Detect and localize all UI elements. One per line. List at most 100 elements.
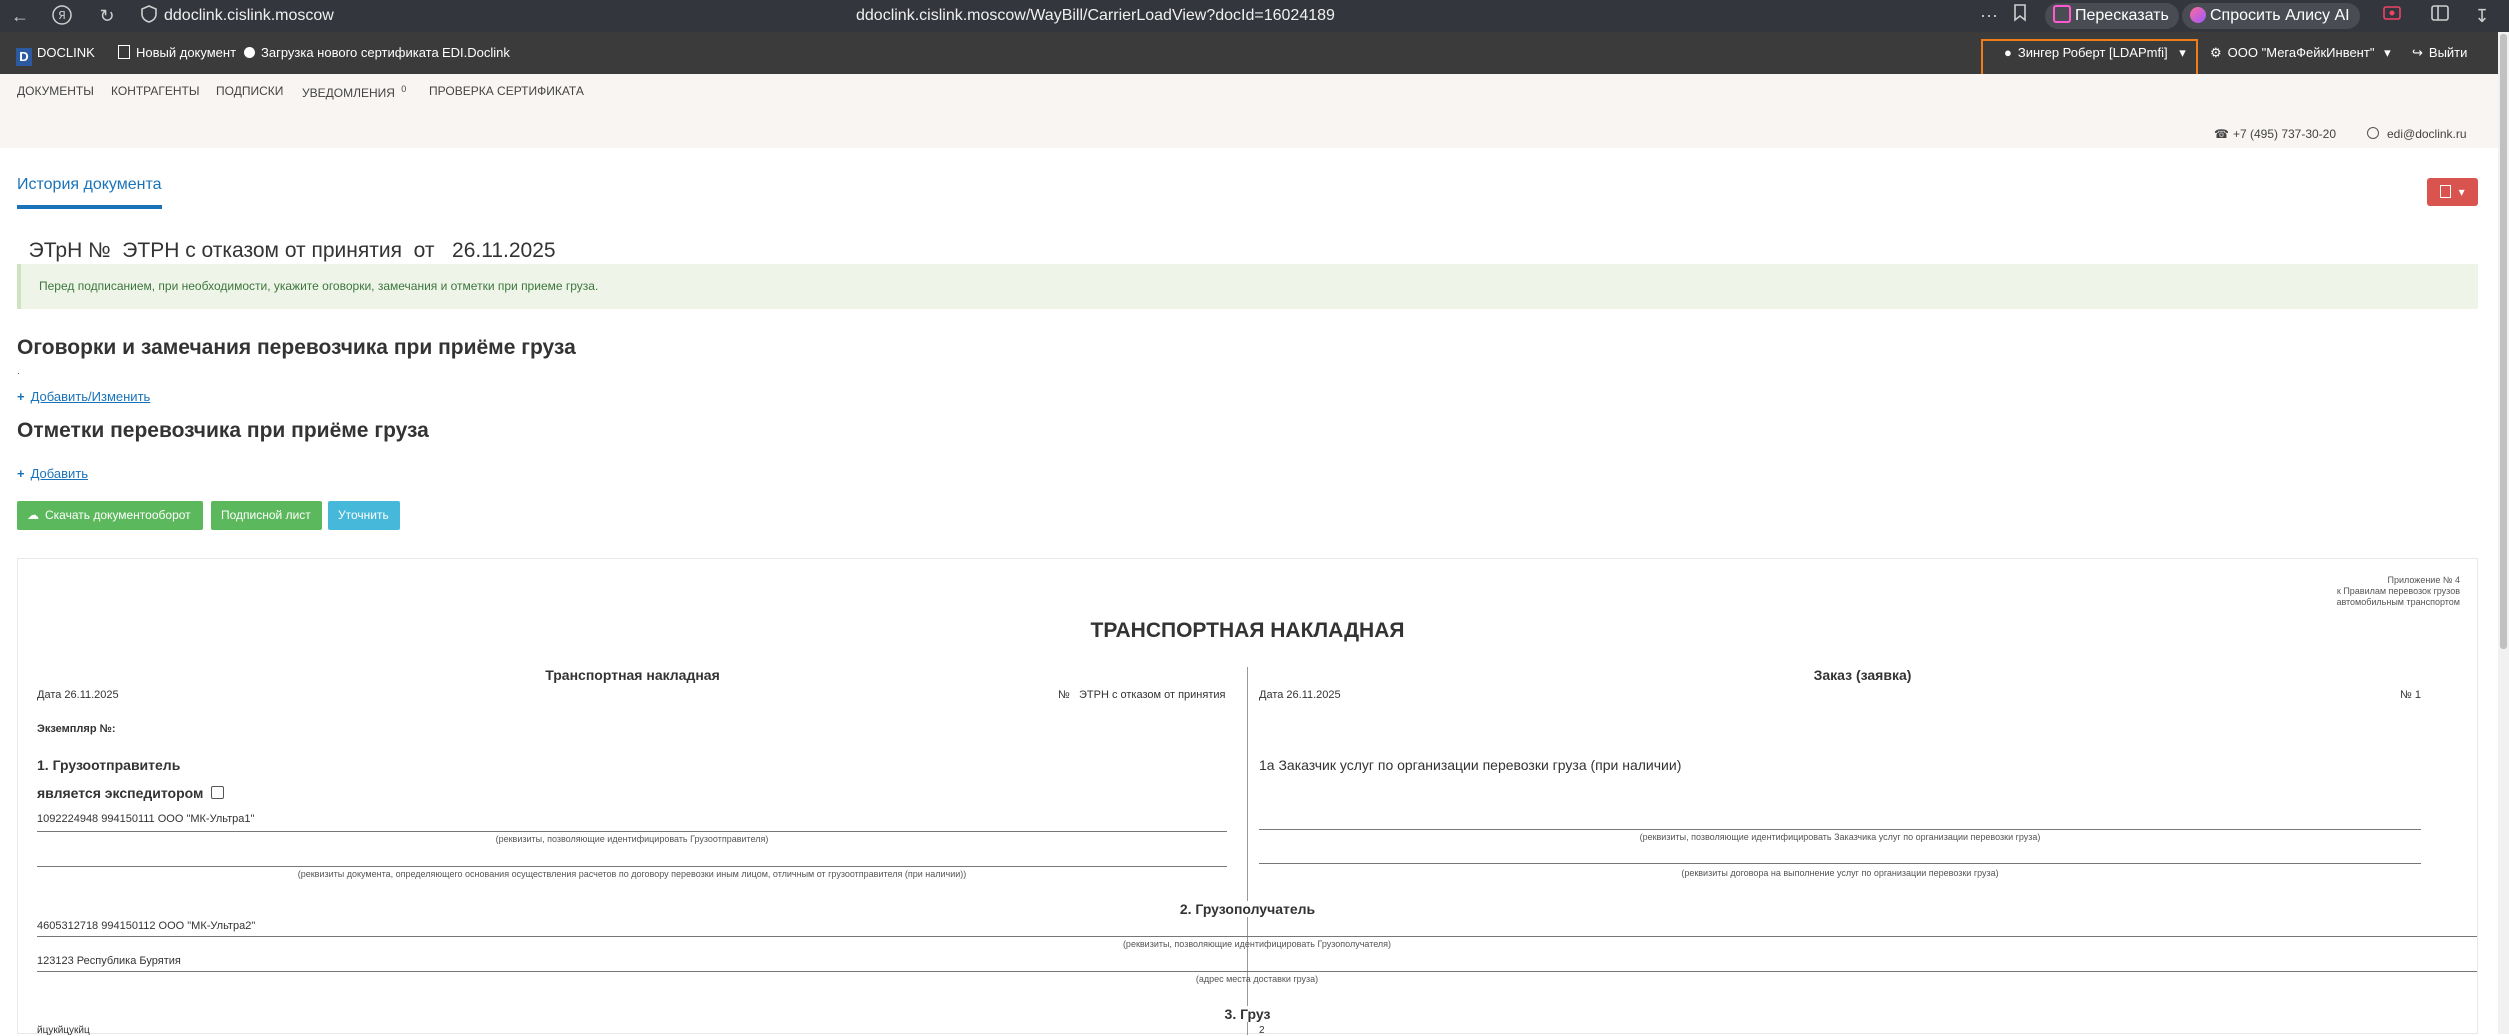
new-document-label: Новый документ [136, 45, 237, 60]
org-menu[interactable]: ⚙ ООО "МегаФейкИнвент" ▾ [2210, 32, 2391, 74]
forwarder-checkbox[interactable] [211, 786, 225, 799]
order-date: Дата 26.11.2025 [1259, 689, 1341, 701]
alice-button[interactable]: Спросить Алису AI [2182, 3, 2360, 29]
scrollbar-thumb[interactable] [2500, 34, 2507, 649]
upload-certificate-link[interactable]: Загрузка нового сертификата [244, 32, 439, 74]
nav-certificate-check[interactable]: ПРОВЕРКА СЕРТИФИКАТА [429, 84, 584, 98]
waybill-number-value: ЭТРН с отказом от принятия [1078, 689, 1226, 701]
org-name: ООО "МегаФейкИнвент" [2227, 45, 2375, 60]
delivery-address-caption: (адрес места доставки груза) [1195, 974, 1319, 984]
doclink-logo-icon: D [16, 48, 32, 66]
more-icon[interactable]: ··· [1980, 5, 1998, 26]
annex-note: Приложение № 4 к Правилам перевозок груз… [2336, 575, 2460, 608]
download-workflow-button[interactable]: ☁ Скачать документооборот [17, 501, 203, 530]
brand-logo[interactable]: D DOCLINK [16, 32, 95, 74]
title-name: ЭТРН с отказом от принятия [122, 239, 402, 262]
order-header: Заказ (заявка) [1813, 667, 1912, 683]
cargo-left-value: йцукйцукйц [37, 1025, 90, 1036]
retell-label: Пересказать [2075, 7, 2169, 24]
delivery-address-line [37, 971, 2477, 972]
cargo-label: 3. Груз [18, 1006, 2477, 1022]
title-date: 26.11.2025 [452, 239, 556, 262]
edi-link[interactable]: EDI.Doclink [442, 32, 510, 74]
logout-label: Выйти [2428, 45, 2468, 60]
cargo-right-value: 2 [1259, 1025, 1265, 1036]
annex-line: Приложение № 4 [2387, 575, 2460, 585]
shipper-doc-caption: (реквизиты документа, определяющего осно… [297, 869, 967, 879]
active-tab-underline [17, 205, 162, 209]
customer-caption: (реквизиты, позволяющие идентифицировать… [1639, 832, 2041, 842]
pdf-export-button[interactable]: ▾ [2427, 178, 2478, 206]
svg-text:Я: Я [58, 9, 66, 22]
shipper-value: 1092224948 994150111 ООО "МК-Ультра1" [37, 813, 255, 825]
nav-notifications[interactable]: УВЕДОМЛЕНИЯ 0 [302, 84, 406, 100]
consignee-caption: (реквизиты, позволяющие идентифицировать… [1122, 939, 1392, 949]
copy-number-label: Экземпляр №: [37, 723, 116, 735]
nav-subscriptions[interactable]: ПОДПИСКИ [216, 84, 283, 98]
support-phone: ☎ +7 (495) 737-30-20 [2214, 127, 2336, 141]
consignee-label-text: 2. Грузополучатель [1171, 901, 1324, 917]
alice-label: Спросить Алису AI [2210, 7, 2350, 24]
shipper-label: 1. Грузоотправитель [37, 757, 181, 773]
customer-contract-caption: (реквизиты договора на выполнение услуг … [1681, 868, 1999, 878]
certificate-icon [244, 47, 255, 58]
annex-line: к Правилам перевозок грузов [2336, 586, 2460, 596]
support-email: edi@doclink.ru [2367, 127, 2467, 141]
bookmark-icon[interactable] [2008, 4, 2032, 28]
new-document-link[interactable]: Новый документ [118, 32, 236, 74]
support-email-value: edi@doclink.ru [2387, 127, 2467, 141]
upload-certificate-label: Загрузка нового сертификата [261, 45, 439, 60]
caret-down-icon: ▾ [2384, 45, 2391, 60]
shipper-doc-line [37, 866, 1227, 867]
consignee-value: 4605312718 994150112 ООО "МК-Ультра2" [37, 920, 256, 932]
tab-document-history[interactable]: История документа [17, 176, 162, 194]
title-prefix: ЭТрН № [28, 239, 111, 262]
sidebar-panel-icon[interactable] [2428, 4, 2452, 28]
clarify-button[interactable]: Уточнить [328, 501, 400, 530]
carrier-remarks-value: . [17, 366, 20, 377]
annex-line: автомобильным транспортом [2336, 597, 2460, 607]
waybill-document: Приложение № 4 к Правилам перевозок груз… [17, 558, 2478, 1036]
forwarder-label-text: является экспедитором [37, 785, 204, 801]
back-arrow-icon[interactable]: ← [8, 4, 32, 28]
add-edit-remarks-link[interactable]: + Добавить/Изменить [17, 389, 150, 404]
info-alert: Перед подписанием, при необходимости, ук… [17, 264, 2478, 309]
logout-link[interactable]: ↪ Выйти [2412, 32, 2467, 74]
consignee-line [37, 936, 2477, 937]
document-icon [118, 45, 130, 59]
plus-icon: + [17, 466, 25, 481]
signature-sheet-button[interactable]: Подписной лист [211, 501, 322, 530]
customer-label: 1а Заказчик услуг по организации перевоз… [1259, 757, 1682, 773]
logout-icon: ↪ [2412, 45, 2423, 60]
address-url[interactable]: ddoclink.cislink.moscow/WayBill/CarrierL… [856, 7, 1335, 25]
customer-contract-line [1259, 863, 2421, 864]
add-marks-link[interactable]: + Добавить [17, 466, 88, 481]
plus-icon: + [17, 389, 25, 404]
browser-toolbar: ← Я ↻ ddoclink.cislink.moscow ddoclink.c… [0, 0, 2509, 32]
waybill-number-label: № [1058, 689, 1070, 701]
customer-line [1259, 829, 2421, 830]
extension-icon[interactable] [2380, 4, 2404, 28]
carrier-marks-heading: Отметки перевозчика при приёме груза [17, 419, 429, 442]
download-workflow-label: Скачать документооборот [45, 508, 191, 522]
add-marks-label: Добавить [30, 466, 89, 481]
nav-contractors[interactable]: КОНТРАГЕНТЫ [111, 84, 200, 98]
forwarder-label: является экспедитором [37, 785, 225, 801]
nav-documents[interactable]: ДОКУМЕНТЫ [17, 84, 94, 98]
gear-icon: ⚙ [2210, 45, 2222, 60]
waybill-number: № ЭТРН с отказом от принятия [1058, 689, 1225, 701]
address-domain[interactable]: ddoclink.cislink.moscow [164, 7, 334, 25]
yandex-icon[interactable]: Я [50, 4, 74, 28]
retell-button[interactable]: Пересказать [2045, 3, 2179, 29]
document-title: ТРАНСПОРТНАЯ НАКЛАДНАЯ [1090, 619, 1405, 642]
support-phone-value: +7 (495) 737-30-20 [2232, 127, 2337, 141]
page-title: ЭТрН № ЭТРН с отказом от принятия от 26.… [17, 215, 556, 263]
section-nav: ДОКУМЕНТЫ КОНТРАГЕНТЫ ПОДПИСКИ УВЕДОМЛЕН… [0, 74, 2498, 148]
nav-notifications-label: УВЕДОМЛЕНИЯ [302, 86, 395, 100]
reload-icon[interactable]: ↻ [95, 4, 119, 28]
download-icon[interactable]: ↧ [2470, 4, 2494, 28]
alice-icon [2190, 7, 2206, 23]
shield-icon[interactable] [137, 4, 161, 28]
cargo-label-text: 3. Груз [1216, 1006, 1279, 1022]
consignee-label: 2. Грузополучатель [18, 901, 2477, 917]
